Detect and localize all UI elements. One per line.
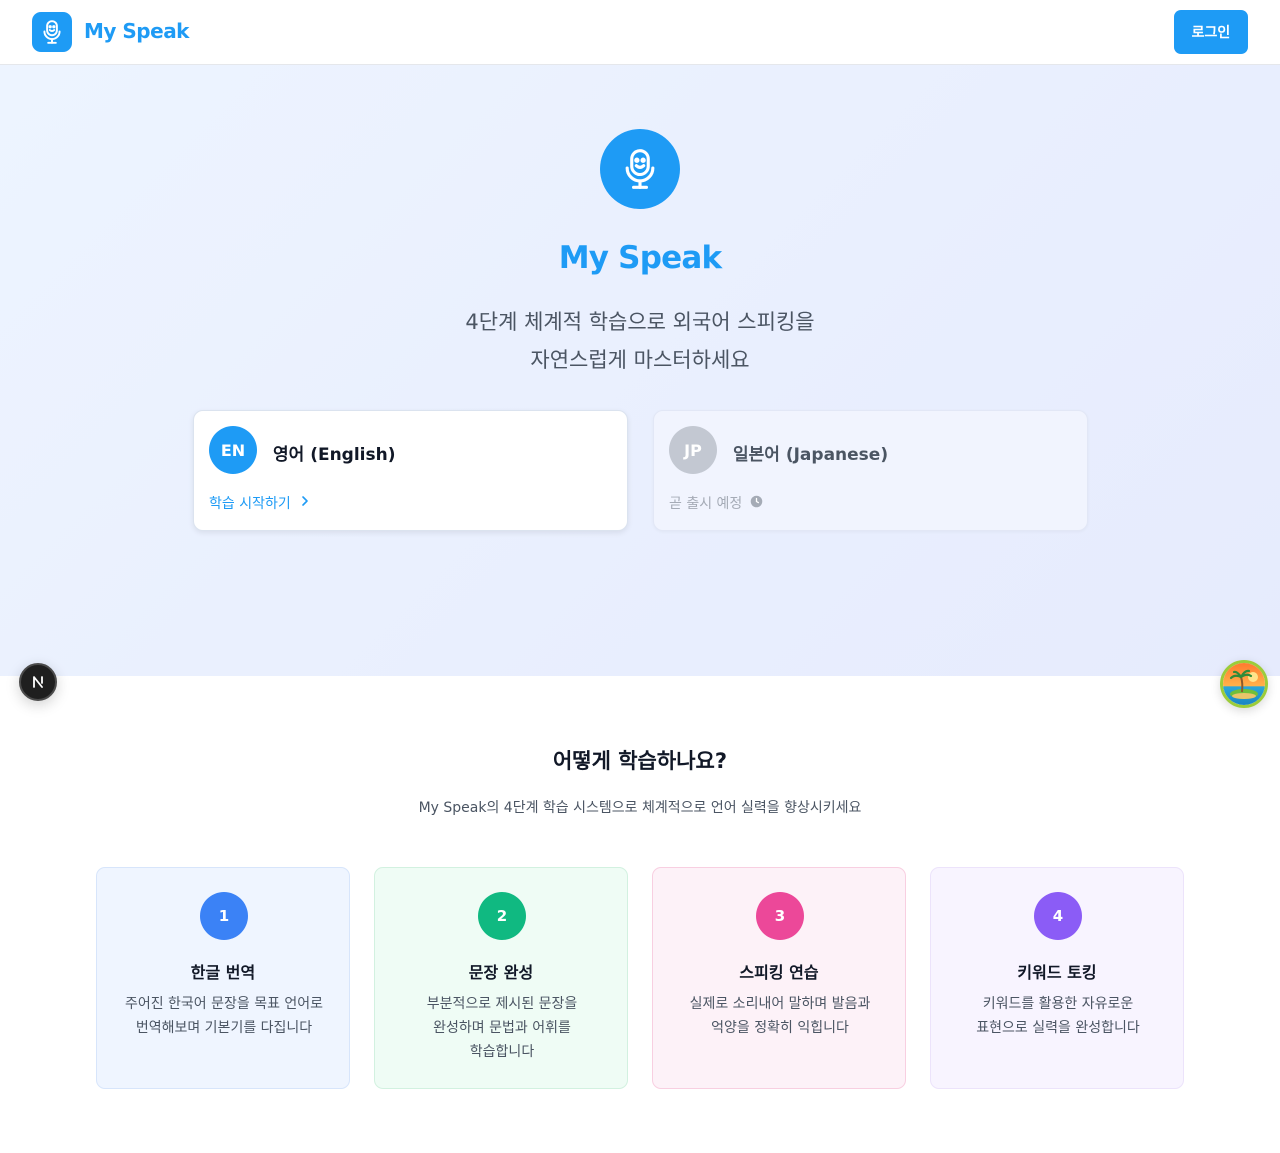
section-subtitle: My Speak의 4단계 학습 시스템으로 체계적으로 언어 실력을 향상시키… xyxy=(418,800,862,816)
nextjs-icon[interactable] xyxy=(19,663,57,701)
top-header: My Speak 로그인 xyxy=(0,0,1280,65)
step-card-translation: 1 한글 번역 주어진 한국어 문장을 목표 언어로 번역해보며 기본기를 다집… xyxy=(96,867,350,1089)
step-title: 문장 완성 xyxy=(468,963,534,982)
app-name[interactable]: My Speak xyxy=(84,19,189,43)
step-number-badge: 3 xyxy=(756,892,804,940)
language-code-badge: EN xyxy=(209,426,257,474)
step-card-speaking: 3 스피킹 연습 실제로 소리내어 말하며 발음과 억양을 정확히 익힙니다 xyxy=(652,867,906,1089)
language-name: 일본어 (Japanese) xyxy=(733,445,889,465)
step-number-badge: 4 xyxy=(1034,892,1082,940)
hero-subtitle: 4단계 체계적 학습으로 외국어 스피킹을 자연스럽게 마스터하세요 xyxy=(0,303,1280,379)
step-description: 실제로 소리내어 말하며 발음과 억양을 정확히 익힙니다 xyxy=(689,996,871,1036)
language-card-japanese: JP 일본어 (Japanese) 곧 출시 예정 xyxy=(653,410,1088,531)
island-icon[interactable] xyxy=(1220,660,1268,708)
chevron-right-icon xyxy=(299,495,311,511)
step-description: 주어진 한국어 문장을 목표 언어로 번역해보며 기본기를 다집니다 xyxy=(124,996,324,1036)
step-number-badge: 2 xyxy=(478,892,526,940)
step-description: 부분적으로 제시된 문장을 완성하며 문법과 어휘를 학습합니다 xyxy=(426,996,578,1060)
coming-soon-status: 곧 출시 예정 xyxy=(669,493,763,513)
start-learning-label: 학습 시작하기 xyxy=(209,496,291,512)
clock-icon xyxy=(750,495,763,512)
microphone-smile-icon xyxy=(600,129,680,209)
language-card-english[interactable]: EN 영어 (English) 학습 시작하기 xyxy=(193,410,628,531)
hero-title: My Speak xyxy=(558,240,722,276)
step-description: 키워드를 활용한 자유로운 표현으로 실력을 완성합니다 xyxy=(976,996,1140,1036)
language-name: 영어 (English) xyxy=(273,445,396,465)
step-title: 스피킹 연습 xyxy=(739,963,819,982)
step-title: 키워드 토킹 xyxy=(1017,963,1097,982)
logo-icon[interactable] xyxy=(32,12,72,52)
hero-subtitle-line: 4단계 체계적 학습으로 외국어 스피킹을 xyxy=(465,310,815,334)
step-title: 한글 번역 xyxy=(190,963,256,982)
step-card-keyword-talking: 4 키워드 토킹 키워드를 활용한 자유로운 표현으로 실력을 완성합니다 xyxy=(930,867,1184,1089)
coming-soon-label: 곧 출시 예정 xyxy=(669,496,743,512)
language-code-badge: JP xyxy=(669,426,717,474)
section-title: 어떻게 학습하나요? xyxy=(552,749,728,773)
step-number-badge: 1 xyxy=(200,892,248,940)
hero-section: My Speak 4단계 체계적 학습으로 외국어 스피킹을 자연스럽게 마스터… xyxy=(0,65,1280,676)
step-card-completion: 2 문장 완성 부분적으로 제시된 문장을 완성하며 문법과 어휘를 학습합니다 xyxy=(374,867,628,1089)
start-learning-link[interactable]: 학습 시작하기 xyxy=(209,493,311,513)
hero-subtitle-line: 자연스럽게 마스터하세요 xyxy=(530,348,750,372)
login-button[interactable]: 로그인 xyxy=(1174,10,1248,54)
